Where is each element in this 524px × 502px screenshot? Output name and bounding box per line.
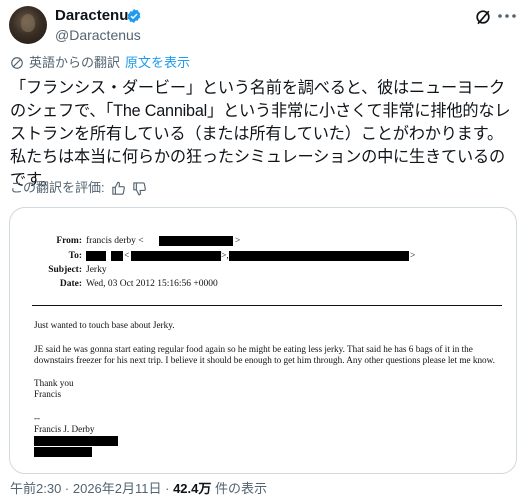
post-time[interactable]: 午前2:30 · 2026年2月11日 · xyxy=(10,481,173,496)
translation-info: 英語からの翻訳 原文を表示 xyxy=(10,55,190,71)
redaction-block xyxy=(34,436,118,446)
redaction-block xyxy=(229,251,409,261)
email-to-label: To: xyxy=(68,251,82,261)
email-subject-label: Subject: xyxy=(48,265,82,275)
divider xyxy=(32,305,502,306)
translate-icon xyxy=(11,57,23,69)
redaction-block xyxy=(86,251,106,261)
handle[interactable]: @Daractenus xyxy=(55,27,141,44)
rate-label: この翻訳を評価: xyxy=(10,180,105,195)
view-count: 42.4万 xyxy=(173,481,212,496)
email-subject-value: Jerky xyxy=(86,265,107,275)
redaction-block xyxy=(34,447,92,457)
thumbs-down-icon[interactable] xyxy=(132,181,147,196)
email-paragraph: JE said he was gonna start eating regula… xyxy=(34,344,495,366)
avatar[interactable] xyxy=(9,6,47,44)
thumbs-up-icon[interactable] xyxy=(111,181,126,196)
grok-icon[interactable] xyxy=(473,7,493,27)
email-date-label: Date: xyxy=(59,279,82,289)
attached-image[interactable]: From: francis derby < > To: < >, > Subje… xyxy=(9,207,517,474)
email-sig-dash: -- xyxy=(34,413,41,423)
email-screenshot: From: francis derby < > To: < >, > Subje… xyxy=(10,208,516,473)
rate-translation: この翻訳を評価: xyxy=(10,180,147,196)
redaction-block xyxy=(131,251,221,261)
tweet-text: 「フランシス・ダービー」という名前を調べると、彼はニューヨークのシェフで、「Th… xyxy=(10,79,511,189)
email-date-value: Wed, 03 Oct 2012 15:16:56 +0000 xyxy=(86,279,218,289)
more-icon[interactable] xyxy=(497,13,517,19)
redaction-block xyxy=(159,236,233,246)
post-meta: 午前2:30 · 2026年2月11日 · 42.4万 件の表示 xyxy=(10,481,267,497)
show-original-link[interactable]: 原文を表示 xyxy=(125,55,190,71)
translation-label: 英語からの翻訳 xyxy=(29,55,121,70)
email-line1: Just wanted to touch base about Jerky. xyxy=(34,320,175,330)
email-thanks: Thank you xyxy=(34,378,74,388)
email-name: Francis xyxy=(34,389,62,399)
display-name[interactable]: Daractenus xyxy=(55,7,137,25)
email-from-label: From: xyxy=(56,236,82,246)
redaction-block xyxy=(111,251,123,261)
verified-badge-icon xyxy=(127,9,141,23)
email-sig-name: Francis J. Derby xyxy=(34,424,95,434)
email-from-value: francis derby < xyxy=(86,236,144,246)
view-suffix: 件の表示 xyxy=(211,481,267,496)
